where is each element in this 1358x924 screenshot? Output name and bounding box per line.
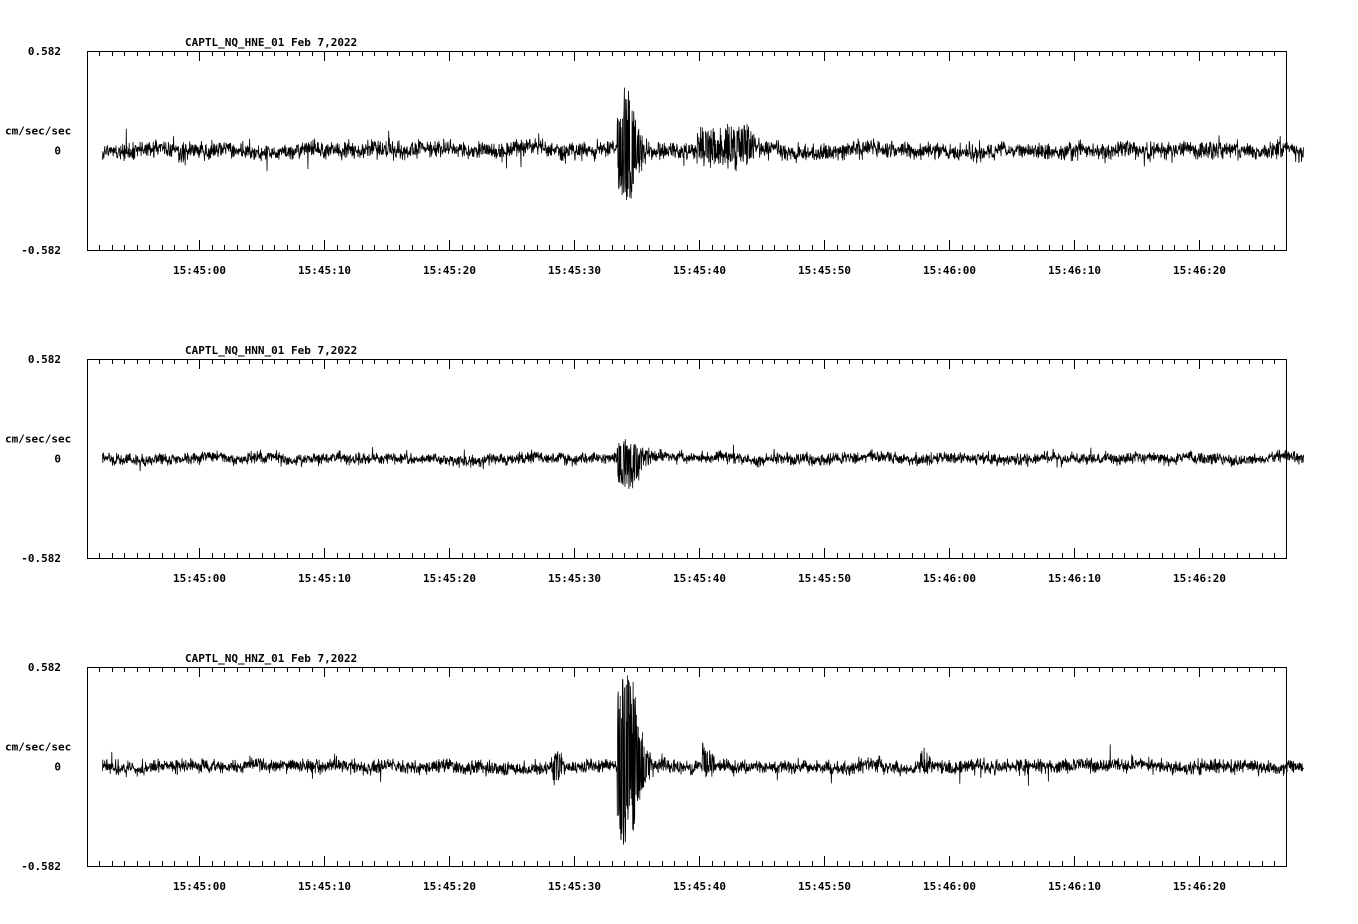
y-axis-label: cm/sec/sec <box>5 741 71 754</box>
x-tick-label: 15:45:10 <box>298 572 351 585</box>
x-tick-label: 15:46:00 <box>923 572 976 585</box>
y-tick-label: 0.582 <box>28 353 61 366</box>
x-tick-label: 15:45:50 <box>798 880 851 893</box>
x-tick-label: 15:45:20 <box>423 880 476 893</box>
x-tick-label: 15:45:40 <box>673 572 726 585</box>
x-tick-label: 15:45:50 <box>798 572 851 585</box>
chart-title: CAPTL_NQ_HNE_01 Feb 7,2022 <box>185 36 357 49</box>
x-tick-label: 15:45:00 <box>173 264 226 277</box>
x-tick-label: 15:45:40 <box>673 880 726 893</box>
x-tick-label: 15:46:10 <box>1048 880 1101 893</box>
x-tick-label: 15:46:20 <box>1173 572 1226 585</box>
x-tick-label: 15:46:10 <box>1048 264 1101 277</box>
y-tick-label: 0 <box>54 145 61 158</box>
x-tick-label: 15:46:00 <box>923 264 976 277</box>
x-tick-label: 15:45:10 <box>298 880 351 893</box>
x-tick-label: 15:45:30 <box>548 880 601 893</box>
seismic-trace-line <box>102 87 1305 200</box>
x-tick-label: 15:46:00 <box>923 880 976 893</box>
x-tick-label: 15:45:40 <box>673 264 726 277</box>
x-tick-label: 15:45:00 <box>173 880 226 893</box>
x-tick-label: 15:45:30 <box>548 572 601 585</box>
seismic-trace-line <box>102 675 1305 845</box>
x-tick-label: 15:46:20 <box>1173 880 1226 893</box>
x-tick-label: 15:45:00 <box>173 572 226 585</box>
x-tick-label: 15:45:10 <box>298 264 351 277</box>
y-tick-label: -0.582 <box>21 552 61 565</box>
x-tick-label: 15:45:50 <box>798 264 851 277</box>
x-tick-label: 15:46:10 <box>1048 572 1101 585</box>
y-tick-label: -0.582 <box>21 860 61 873</box>
y-tick-label: 0 <box>54 453 61 466</box>
y-tick-label: 0 <box>54 761 61 774</box>
x-tick-label: 15:45:20 <box>423 572 476 585</box>
seismogram-figure: CAPTL_NQ_HNE_01 Feb 7,2022 0.582 0 -0.582 cm… <box>5 36 1305 893</box>
y-tick-label: -0.582 <box>21 244 61 257</box>
x-tick-label: 15:45:30 <box>548 264 601 277</box>
y-axis-label: cm/sec/sec <box>5 433 71 446</box>
chart-title: CAPTL_NQ_HNN_01 Feb 7,2022 <box>185 344 357 357</box>
y-tick-label: 0.582 <box>28 45 61 58</box>
y-tick-label: 0.582 <box>28 661 61 674</box>
y-axis-label: cm/sec/sec <box>5 125 71 138</box>
x-tick-label: 15:45:20 <box>423 264 476 277</box>
chart-title: CAPTL_NQ_HNZ_01 Feb 7,2022 <box>185 652 357 665</box>
seismic-trace-line <box>102 439 1305 489</box>
x-tick-label: 15:46:20 <box>1173 264 1226 277</box>
